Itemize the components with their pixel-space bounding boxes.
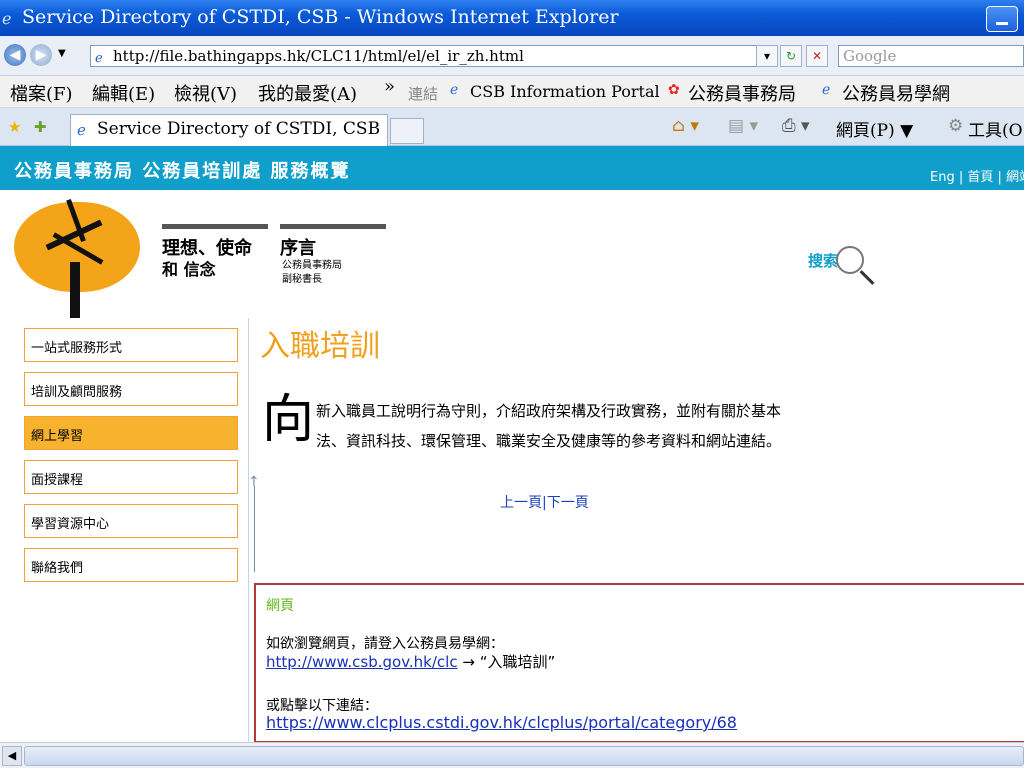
minimize-button[interactable] [986,6,1018,32]
scroll-thumb[interactable] [24,746,1024,766]
note-box: 網頁 如欲瀏覽網頁，請登入公務員易學網： http://www.csb.gov.… [254,583,1024,742]
link-csb-portal[interactable]: CSB Information Portal [470,82,660,101]
link-clc[interactable]: 公務員易學網 [842,80,950,106]
menu-edit[interactable]: 編輯(E) [92,80,155,106]
drop-cap: 向 [262,390,315,450]
forward-button[interactable]: ▶ [30,44,52,66]
window-title: Service Directory of CSTDI, CSB - Window… [22,6,619,28]
menu-view[interactable]: 檢視(V) [174,80,237,106]
note-line2: 或點擊以下連結： [266,698,378,714]
history-dropdown-icon[interactable]: ▼ [58,48,66,59]
tree-logo [14,198,140,318]
address-toolbar: ◀ ▶ ▼ ℯ http://file.bathingapps.hk/CLC11… [0,36,1024,76]
scroll-left-button[interactable]: ◀ [2,746,22,766]
links-label: 連結 [408,85,439,103]
menu-overflow-chevron[interactable]: » [384,76,395,97]
page-icon: ℯ [450,82,459,98]
tab-service-directory[interactable]: ℯ Service Directory of CSTDI, CSB [70,114,388,146]
gear-icon: ⚙ [948,116,964,136]
tools-menu[interactable]: 工具(O [968,116,1023,141]
site-title: 公務員事務局 公務員培訓處 服務概覽 [14,161,351,182]
stop-button[interactable]: ✕ [806,45,828,67]
clc-link[interactable]: http://www.csb.gov.hk/clc [266,653,458,671]
menu-favorites[interactable]: 我的最愛(A) [258,80,357,106]
address-url: http://file.bathingapps.hk/CLC11/html/el… [113,47,524,65]
add-favorite-icon[interactable]: ✚ [34,118,47,136]
address-input[interactable]: ℯ http://file.bathingapps.hk/CLC11/html/… [90,45,776,67]
sidebar-item-learning-resource-centre[interactable]: 學習資源中心 [24,504,238,538]
page-menu[interactable]: 網頁(P) ▼ [836,116,913,141]
nav-divider [162,224,268,229]
site-banner: 公務員事務局 公務員培訓處 服務概覽 Eng | 首頁 | 網站 [0,146,1024,190]
home-icon[interactable]: ⌂ ▾ [672,116,699,136]
sidebar-item-training-consulting[interactable]: 培訓及顧問服務 [24,372,238,406]
new-tab-button[interactable] [390,118,424,144]
nav-preface-sub2: 副秘書長 [282,274,322,285]
menu-bar: 檔案(F) 編輯(E) 檢視(V) 我的最愛(A) » 連結 ℯ CSB Inf… [0,76,1024,108]
page-icon: ℯ [95,51,103,66]
ie-logo-icon: ℯ [2,9,12,28]
note-line1: 如欲瀏覽網頁，請登入公務員易學網： [266,636,504,652]
page-icon: ℯ [77,121,86,139]
sidebar-item-classroom-courses[interactable]: 面授課程 [24,460,238,494]
sidebar-item-e-learning[interactable]: 網上學習 [24,416,238,450]
search-input[interactable]: Google [838,45,1024,67]
nav-preface-sub1: 公務員事務局 [282,260,342,271]
search-label: 搜索 [808,252,839,270]
sidebar-item-one-stop[interactable]: 一站式服務形式 [24,328,238,362]
sidebar-divider [248,318,249,742]
arrow-line [254,486,255,572]
print-icon[interactable]: ⎙ ▾ [782,116,810,136]
search-button[interactable]: 搜索 [808,246,878,292]
clc-link-suffix: → “入職培訓” [457,653,556,671]
tab-bar: ★ ✚ ℯ Service Directory of CSTDI, CSB ⌂ … [0,108,1024,146]
page-content: 公務員事務局 公務員培訓處 服務概覽 Eng | 首頁 | 網站 理想、使命 和… [0,146,1024,742]
sidebar-item-contact-us[interactable]: 聯絡我們 [24,548,238,582]
page-icon: ℯ [822,82,831,98]
window-titlebar: ℯ Service Directory of CSTDI, CSB - Wind… [0,0,1024,36]
menu-file[interactable]: 檔案(F) [10,80,73,106]
banner-links[interactable]: Eng | 首頁 | 網站 [930,166,1024,185]
page-heading: 入職培訓 [260,329,380,364]
flower-icon: ✿ [668,82,680,98]
refresh-button[interactable]: ↻ [780,45,802,67]
next-page-link[interactable]: 下一頁 [547,495,589,511]
clcplus-link[interactable]: https://www.clcplus.cstdi.gov.hk/clcplus… [266,713,737,732]
intro-text-line2: 法、資訊科技、環保管理、職業安全及健康等的參考資料和網站連結。 [316,432,782,450]
pager: 上一頁|下一頁 [500,492,589,512]
address-dropdown-button[interactable]: ▾ [756,45,778,67]
intro-text-line1: 新入職員工說明行為守則，介紹政府架構及行政實務，並附有關於基本 [316,402,782,420]
nav-divider [280,224,386,229]
horizontal-scrollbar[interactable]: ◀ [0,742,1024,768]
feeds-icon[interactable]: ▤ ▾ [728,116,758,136]
link-csb[interactable]: 公務員事務局 [688,80,796,106]
search-icon [836,246,864,274]
prev-page-link[interactable]: 上一頁 [500,495,542,511]
favorites-star-icon[interactable]: ★ [8,118,21,136]
back-button[interactable]: ◀ [4,44,26,66]
note-title: 網頁 [266,598,294,614]
note-link-line: http://www.csb.gov.hk/clc → “入職培訓” [266,651,555,672]
nav-vision-subtitle: 和 信念 [162,260,216,279]
tab-title: Service Directory of CSTDI, CSB [97,119,381,139]
